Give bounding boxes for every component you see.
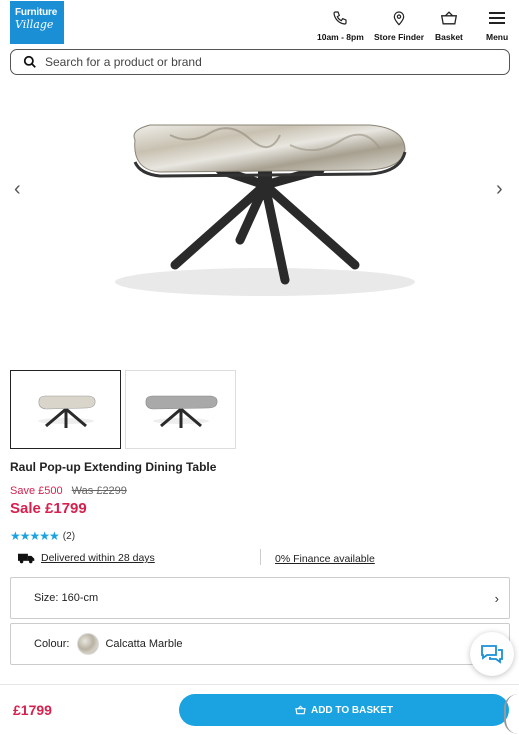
menu-button[interactable]: Menu	[486, 8, 508, 42]
review-count: (2)	[62, 530, 76, 542]
finance-link[interactable]: 0% Finance available	[275, 553, 375, 565]
save-amount: Save £500	[10, 485, 63, 497]
edge-swipe-handle	[504, 694, 519, 734]
thumbnail-1[interactable]	[10, 370, 121, 449]
brand-logo[interactable]: Furniture Village	[10, 1, 64, 44]
logo-text-line2: Village	[15, 18, 54, 31]
search-input[interactable]	[45, 55, 475, 69]
rating[interactable]: ★★★★★ (2)	[10, 529, 75, 543]
hamburger-menu-icon	[487, 8, 507, 28]
basket-label: Basket	[435, 32, 463, 42]
delivery-van-icon	[18, 552, 35, 564]
divider	[260, 549, 261, 565]
menu-label: Menu	[486, 32, 509, 42]
chat-bubbles-icon	[479, 643, 505, 665]
product-main-image	[40, 90, 480, 330]
sale-price: Sale £1799	[10, 500, 87, 517]
add-to-basket-button[interactable]: ADD TO BASKET	[179, 694, 509, 726]
add-to-basket-label: ADD TO BASKET	[310, 704, 394, 716]
site-header: Furniture Village 10am - 8pm Store Finde…	[0, 0, 519, 48]
size-label: Size: 160-cm	[34, 592, 99, 604]
size-selector[interactable]: Size: 160-cm ›	[10, 577, 510, 619]
search-bar[interactable]	[10, 49, 510, 75]
phone-icon	[330, 8, 350, 28]
chevron-right-icon: ›	[494, 590, 499, 606]
colour-selector[interactable]: Colour: Calcatta Marble	[10, 623, 510, 665]
delivery-link[interactable]: Delivered within 28 days	[41, 552, 155, 564]
bottom-price: £1799	[13, 702, 52, 718]
store-finder-link[interactable]: Store Finder	[374, 8, 424, 42]
basket-icon	[295, 705, 306, 715]
colour-swatch	[77, 633, 100, 655]
star-rating-icons: ★★★★★	[10, 529, 60, 543]
table-thumbnail-image	[145, 395, 218, 428]
delivery-info[interactable]: Delivered within 28 days	[18, 552, 155, 564]
logo-text-line1: Furniture	[15, 7, 58, 18]
was-price: Was £2299	[71, 485, 127, 497]
table-thumbnail-image	[38, 395, 96, 428]
carousel-prev-button[interactable]: ‹	[14, 178, 21, 201]
hours-label: 10am - 8pm	[317, 32, 364, 42]
colour-value: Calcatta Marble	[105, 638, 183, 650]
chat-button[interactable]	[470, 632, 514, 676]
basket-icon	[439, 8, 459, 28]
product-title: Raul Pop-up Extending Dining Table	[10, 460, 217, 474]
location-pin-icon	[389, 8, 409, 28]
colour-label: Colour:	[34, 638, 70, 650]
basket-link[interactable]: Basket	[435, 8, 463, 42]
price-savings: Save £500 Was £2299	[10, 485, 127, 497]
store-finder-label: Store Finder	[374, 32, 425, 42]
thumbnail-2[interactable]	[125, 370, 236, 449]
hours-link[interactable]: 10am - 8pm	[317, 8, 364, 42]
search-icon	[23, 55, 37, 69]
sticky-purchase-bar: £1799 ADD TO BASKET	[0, 684, 519, 735]
carousel-next-button[interactable]: ›	[496, 178, 503, 201]
